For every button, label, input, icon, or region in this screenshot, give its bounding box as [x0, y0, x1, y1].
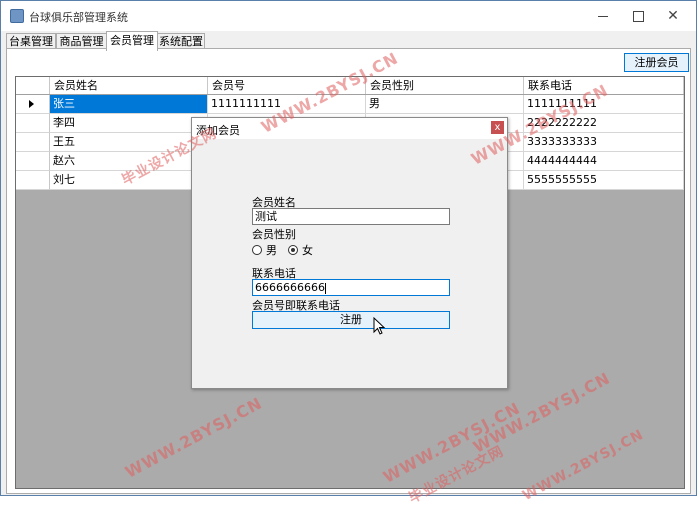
member-gender-label: 会员性别 — [252, 228, 296, 241]
row-header[interactable] — [16, 152, 50, 171]
column-header-phone[interactable]: 联系电话 — [524, 77, 684, 94]
cell-phone[interactable]: 4444444444 — [524, 152, 684, 171]
close-button[interactable]: ✕ — [656, 1, 690, 31]
cell-name[interactable]: 张三 — [50, 95, 208, 114]
cell-phone[interactable]: 5555555555 — [524, 171, 684, 190]
gender-radio-female[interactable]: 女 — [288, 242, 313, 258]
table-row[interactable]: 张三 1111111111 男 1111111111 — [16, 95, 684, 114]
dialog-title-bar: 添加会员 x — [192, 118, 507, 139]
row-header[interactable] — [16, 114, 50, 133]
member-name-input[interactable]: 测试 — [252, 208, 450, 225]
phone-input[interactable]: 6666666666 — [252, 279, 450, 296]
app-icon — [10, 9, 24, 23]
column-header-name[interactable]: 会员姓名 — [50, 77, 208, 94]
grid-header: 会员姓名 会员号 会员性别 联系电话 — [16, 77, 684, 95]
gender-radio-group: 男 女 — [252, 242, 372, 258]
window-title: 台球俱乐部管理系统 — [29, 11, 128, 24]
row-header-corner — [16, 77, 50, 94]
gender-radio-male[interactable]: 男 — [252, 242, 277, 258]
main-window: 台球俱乐部管理系统 ✕ 台桌管理 商品管理 会员管理 系统配置 注册会员 会员姓… — [0, 0, 697, 496]
register-submit-button[interactable]: 注册 — [252, 311, 450, 329]
row-header[interactable] — [16, 171, 50, 190]
column-header-member-no[interactable]: 会员号 — [208, 77, 366, 94]
cell-name[interactable]: 赵六 — [50, 152, 208, 171]
cell-phone[interactable]: 2222222222 — [524, 114, 684, 133]
cell-phone[interactable]: 3333333333 — [524, 133, 684, 152]
register-member-button[interactable]: 注册会员 — [624, 53, 689, 72]
cell-name[interactable]: 李四 — [50, 114, 208, 133]
close-icon: x — [494, 122, 501, 133]
minimize-button[interactable] — [586, 1, 620, 31]
column-header-gender[interactable]: 会员性别 — [366, 77, 524, 94]
gender-option-label: 女 — [302, 244, 313, 257]
cell-member-no[interactable]: 1111111111 — [208, 95, 366, 114]
dialog-title: 添加会员 — [196, 124, 240, 137]
cell-gender[interactable]: 男 — [366, 95, 524, 114]
title-bar: 台球俱乐部管理系统 ✕ — [1, 1, 696, 31]
close-icon: ✕ — [667, 8, 679, 24]
minimize-icon — [598, 15, 608, 17]
mouse-cursor-icon — [373, 317, 386, 335]
row-header[interactable] — [16, 133, 50, 152]
phone-value: 6666666666 — [255, 281, 325, 294]
maximize-icon — [632, 10, 644, 22]
cell-name[interactable]: 刘七 — [50, 171, 208, 190]
gender-option-label: 男 — [266, 244, 277, 257]
add-member-dialog: 添加会员 x 会员姓名 测试 会员性别 男 女 联系电话 6666666666 … — [191, 117, 508, 389]
tab-member-management[interactable]: 会员管理 — [106, 31, 158, 51]
cell-phone[interactable]: 1111111111 — [524, 95, 684, 114]
current-row-arrow-icon — [29, 100, 34, 108]
text-caret — [325, 282, 326, 294]
dialog-close-button[interactable]: x — [491, 121, 504, 134]
radio-unchecked-icon — [252, 245, 262, 255]
cell-name[interactable]: 王五 — [50, 133, 208, 152]
maximize-button[interactable] — [621, 1, 655, 31]
radio-checked-icon — [288, 245, 298, 255]
row-header[interactable] — [16, 95, 50, 114]
